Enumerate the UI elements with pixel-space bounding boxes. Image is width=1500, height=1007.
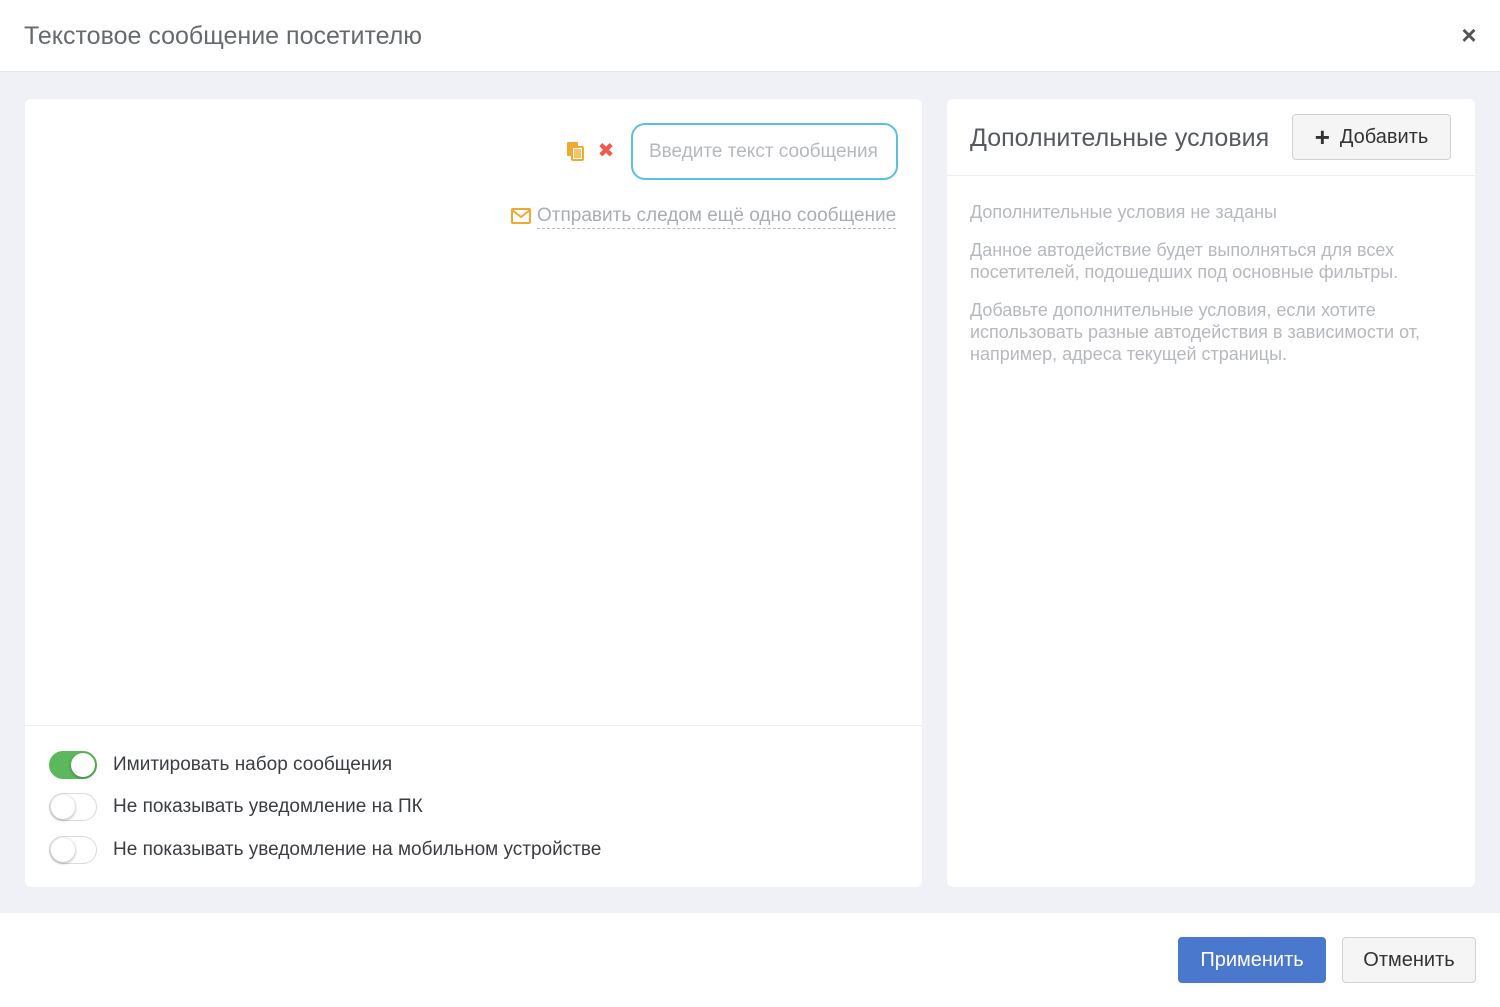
toggle-row-typing: Имитировать набор сообщения <box>49 751 392 779</box>
modal-title: Текстовое сообщение посетителю <box>24 22 423 50</box>
add-condition-button[interactable]: + Добавить <box>1292 114 1451 160</box>
divider <box>25 725 922 726</box>
pc-notification-toggle[interactable] <box>49 793 97 821</box>
envelope-icon <box>511 208 531 224</box>
toggle-row-mobile: Не показывать уведомление на мобильном у… <box>49 836 601 864</box>
toggle-row-pc: Не показывать уведомление на ПК <box>49 793 423 821</box>
close-icon[interactable]: × <box>1458 22 1480 48</box>
cancel-button[interactable]: Отменить <box>1342 937 1476 983</box>
toggle-label: Имитировать набор сообщения <box>113 754 393 775</box>
empty-conditions-title: Дополнительные условия не заданы <box>970 202 1277 222</box>
typing-toggle[interactable] <box>49 751 97 779</box>
conditions-title: Дополнительные условия <box>970 124 1270 152</box>
add-label: Добавить <box>1339 125 1429 148</box>
message-tools: ✖ <box>565 141 615 161</box>
modal-footer: Применить Отменить <box>0 913 1500 1007</box>
toggle-knob <box>51 838 75 862</box>
conditions-panel: Дополнительные условия + Добавить Дополн… <box>947 99 1475 887</box>
mobile-notification-toggle[interactable] <box>49 836 97 864</box>
copy-icon[interactable] <box>565 141 585 161</box>
message-input[interactable] <box>631 123 898 180</box>
toggle-label: Не показывать уведомление на мобильном у… <box>113 839 602 860</box>
modal-header: Текстовое сообщение посетителю × <box>0 0 1500 72</box>
message-panel: ✖ Отправить следом ещё одно сообщение Им… <box>25 99 922 887</box>
toggle-label: Не показывать уведомление на ПК <box>113 796 423 817</box>
plus-icon: + <box>1314 122 1330 152</box>
send-next-label: Отправить следом ещё одно сообщение <box>537 204 897 229</box>
conditions-info-2: Добавьте дополнительные условия, если хо… <box>970 300 1420 364</box>
conditions-info-1: Данное автодействие будет выполняться дл… <box>970 240 1399 282</box>
toggle-knob <box>71 753 95 777</box>
remove-icon[interactable]: ✖ <box>597 141 615 161</box>
modal-body: ✖ Отправить следом ещё одно сообщение Им… <box>0 72 1500 913</box>
send-next-message-link[interactable]: Отправить следом ещё одно сообщение <box>511 203 897 229</box>
toggle-knob <box>51 795 75 819</box>
apply-button[interactable]: Применить <box>1178 937 1326 983</box>
conditions-header: Дополнительные условия + Добавить <box>947 99 1475 176</box>
